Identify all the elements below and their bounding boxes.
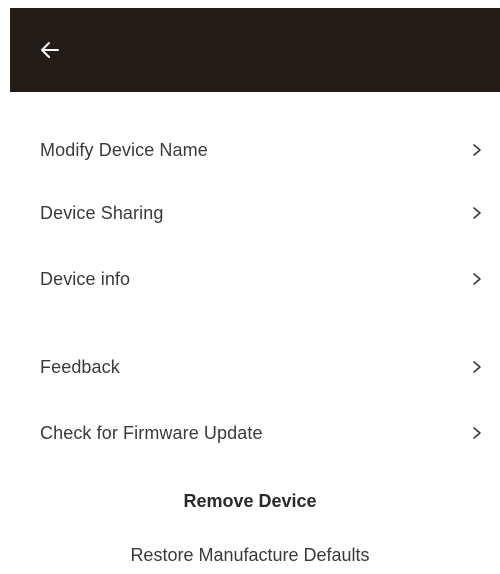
- menu-item-modify-device-name[interactable]: Modify Device Name: [40, 130, 490, 170]
- top-app-bar: [10, 8, 500, 92]
- arrow-left-icon: [41, 42, 59, 58]
- menu-item-label: Device Sharing: [40, 202, 164, 223]
- menu-item-label: Check for Firmware Update: [40, 422, 263, 443]
- menu-item-check-firmware-update[interactable]: Check for Firmware Update: [40, 413, 490, 453]
- chevron-right-icon: [473, 427, 481, 439]
- chevron-right-icon: [473, 361, 481, 373]
- back-button[interactable]: [32, 32, 68, 68]
- remove-device-button[interactable]: Remove Device: [0, 491, 500, 512]
- menu-item-device-sharing[interactable]: Device Sharing: [40, 193, 490, 233]
- menu-item-label: Feedback: [40, 356, 120, 377]
- menu-item-label: Modify Device Name: [40, 139, 208, 160]
- menu-item-device-info[interactable]: Device info: [40, 259, 490, 299]
- restore-defaults-button[interactable]: Restore Manufacture Defaults: [0, 545, 500, 566]
- chevron-right-icon: [473, 207, 481, 219]
- menu-item-label: Device info: [40, 268, 131, 289]
- chevron-right-icon: [473, 273, 481, 285]
- chevron-right-icon: [473, 144, 481, 156]
- menu-item-feedback[interactable]: Feedback: [40, 347, 490, 387]
